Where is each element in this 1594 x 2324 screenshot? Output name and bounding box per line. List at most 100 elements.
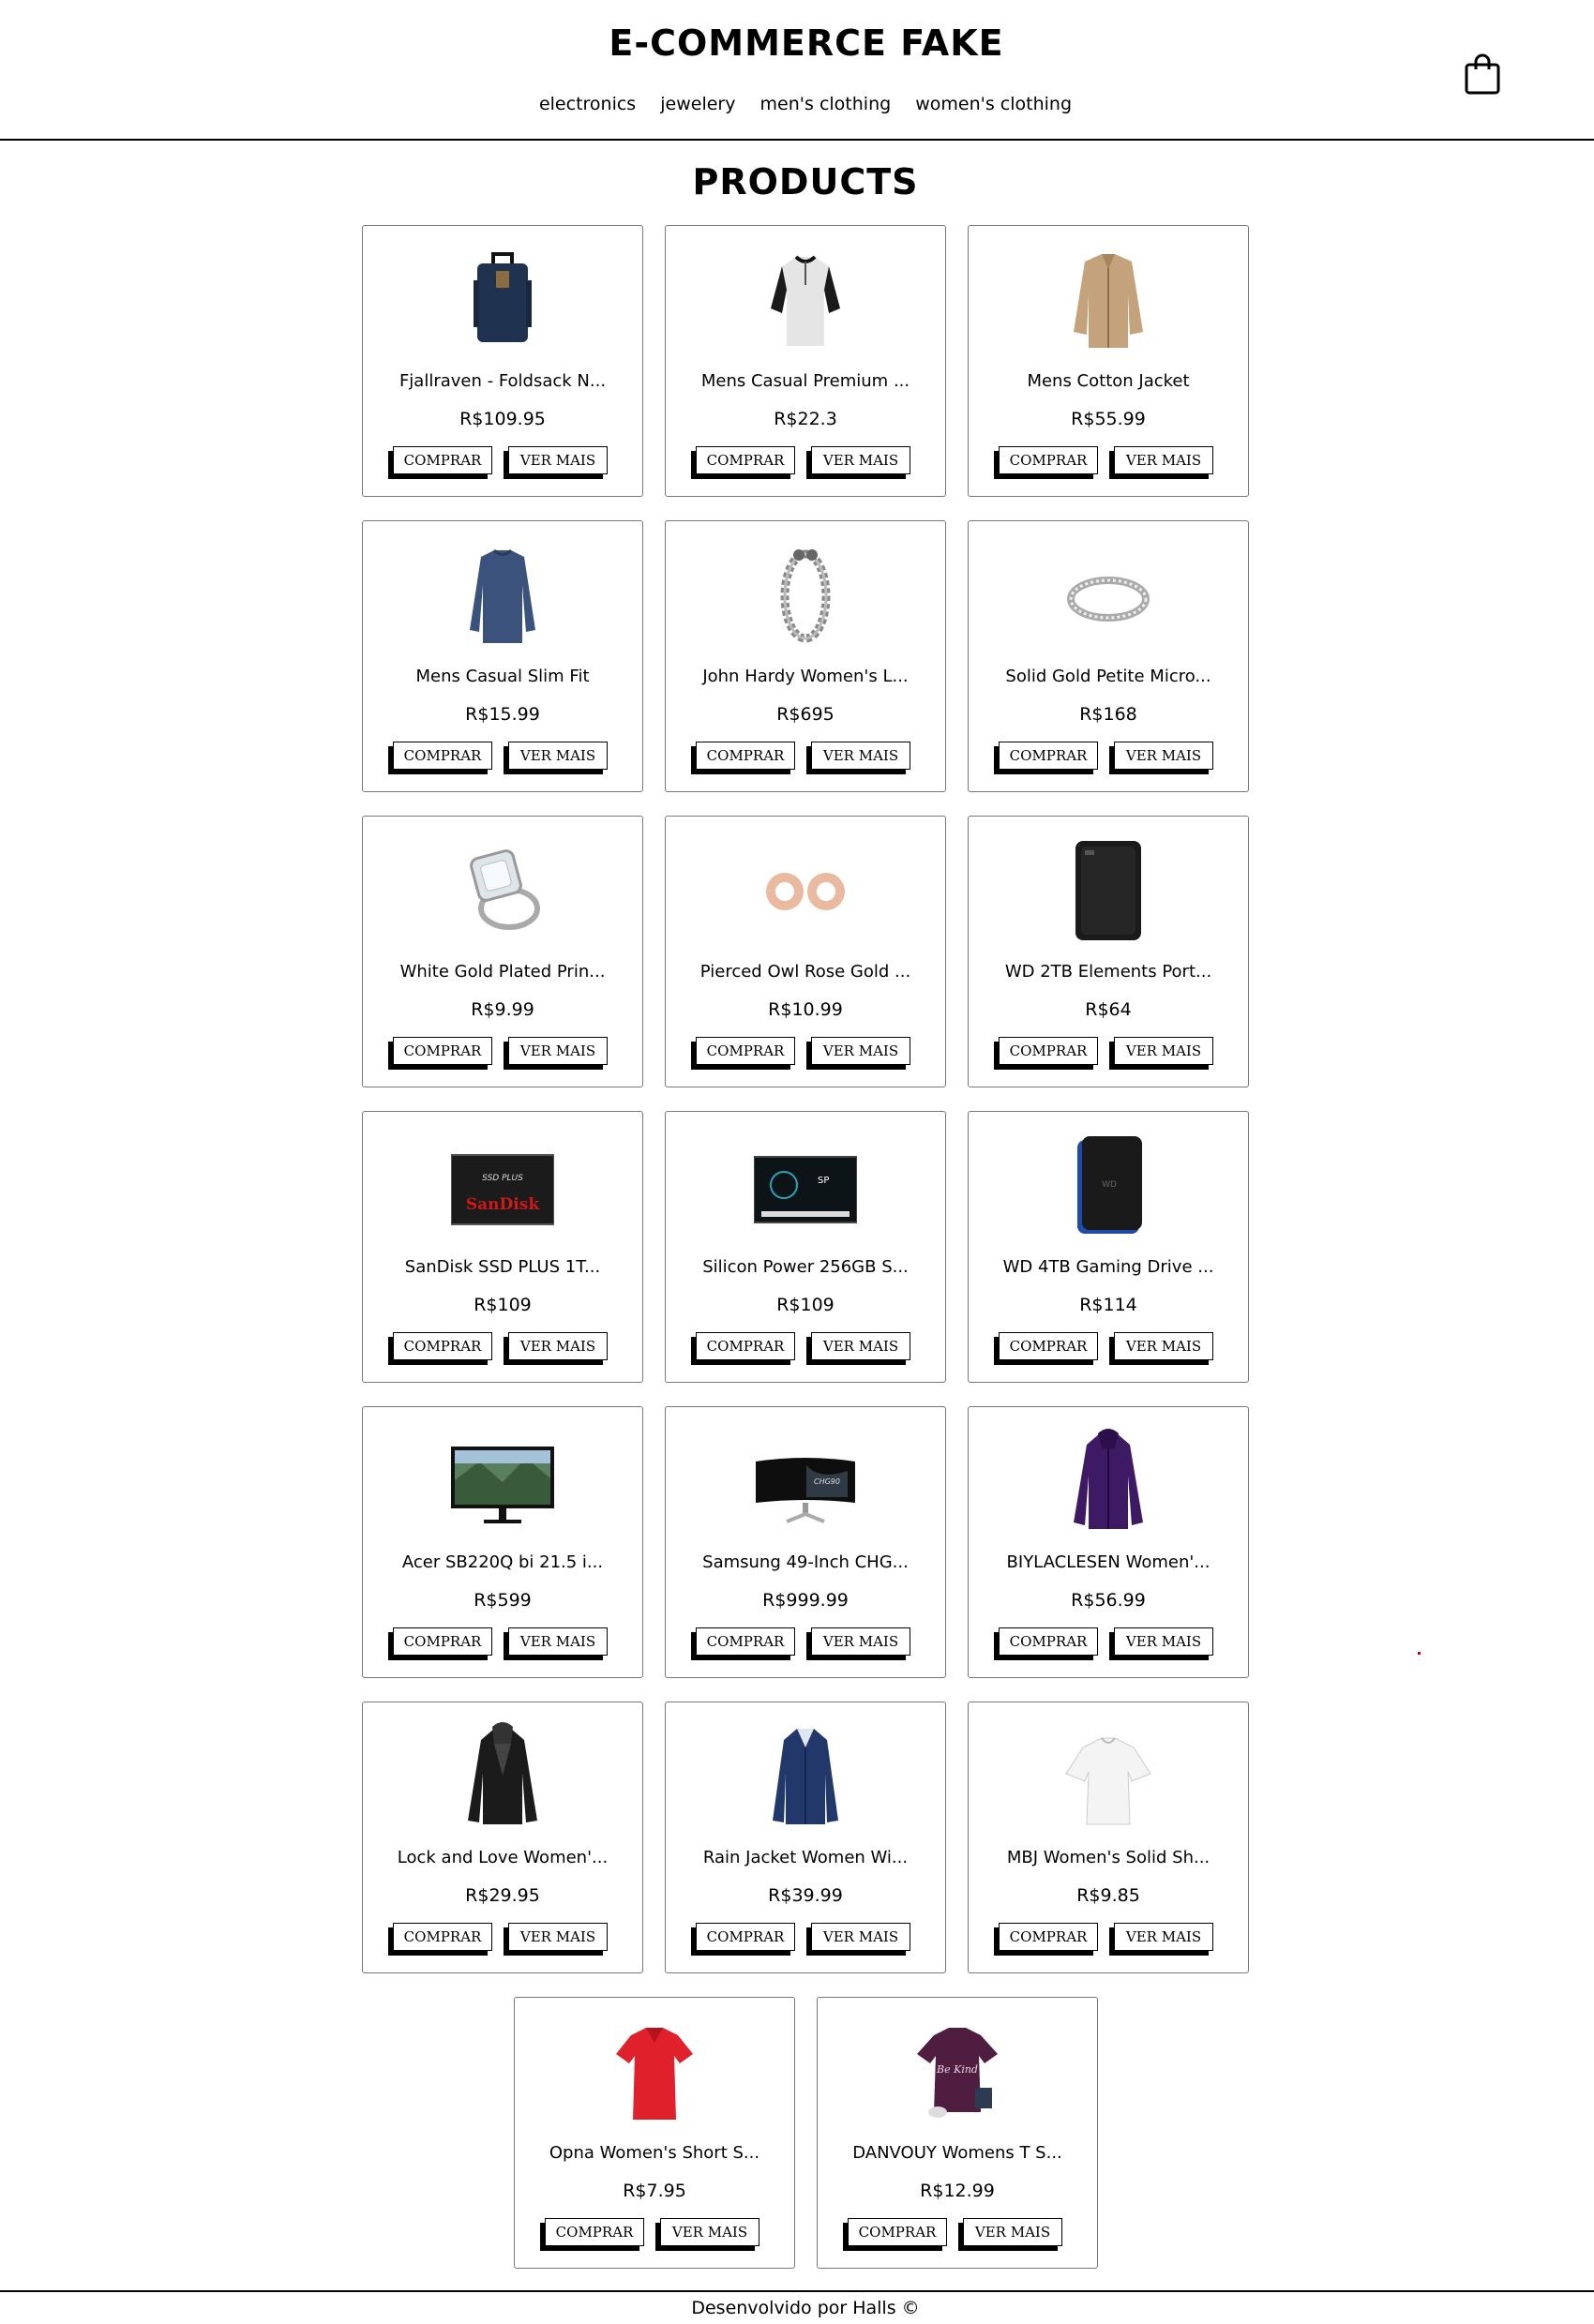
curved-monitor-icon[interactable]: CHG90: [754, 1424, 857, 1537]
buy-button[interactable]: COMPRAR: [696, 742, 795, 770]
product-name: WD 4TB Gaming Drive ...: [1002, 1257, 1214, 1277]
see-more-button[interactable]: VER MAIS: [811, 446, 910, 474]
product-name: WD 2TB Elements Port...: [1004, 962, 1212, 982]
footer: Desenvolvido por Halls ©: [0, 2290, 1594, 2324]
product-price: R$109: [776, 1295, 835, 1315]
shopping-bag-icon[interactable]: [1464, 53, 1501, 95]
nav-womens-clothing[interactable]: women's clothing: [915, 94, 1072, 114]
see-more-button[interactable]: VER MAIS: [508, 1627, 608, 1656]
see-more-button[interactable]: VER MAIS: [811, 742, 910, 770]
product-price: R$15.99: [465, 704, 540, 725]
buy-button[interactable]: COMPRAR: [393, 1923, 492, 1951]
buy-button[interactable]: COMPRAR: [696, 1037, 795, 1065]
rose-gold-plugs-icon[interactable]: [754, 833, 857, 946]
chain-bracelet-icon[interactable]: [754, 538, 857, 651]
product-card: White Gold Plated Prin... R$9.99 COMPRAR VE…: [362, 816, 643, 1087]
portable-drive-icon[interactable]: [1057, 833, 1160, 946]
product-name: Pierced Owl Rose Gold ...: [699, 962, 911, 982]
product-name: DANVOUY Womens T S...: [852, 2143, 1062, 2163]
rain-jacket-icon[interactable]: [754, 1719, 857, 1832]
nav-mens-clothing[interactable]: men's clothing: [760, 94, 892, 114]
product-name: Silicon Power 256GB S...: [702, 1257, 909, 1277]
product-card: CHG90 Samsung 49-Inch CHG... R$999.99 COMPR…: [665, 1406, 946, 1678]
product-name: Opna Women's Short S...: [549, 2143, 760, 2163]
footer-credit: Desenvolvido por Halls ©: [691, 2298, 920, 2318]
product-card: Rain Jacket Women Wi... R$39.99 COMPRAR VER…: [665, 1702, 946, 1973]
product-card: WD WD 4TB Gaming Drive ... R$114 COMPRAR VER…: [968, 1111, 1249, 1383]
see-more-button[interactable]: VER MAIS: [1114, 1332, 1213, 1360]
see-more-button[interactable]: VER MAIS: [660, 2218, 759, 2246]
product-price: R$22.3: [774, 409, 837, 429]
svg-text:SP: SP: [818, 1176, 829, 1186]
band-ring-icon[interactable]: [1057, 538, 1160, 651]
product-name: White Gold Plated Prin...: [399, 962, 606, 982]
product-price: R$64: [1085, 999, 1132, 1020]
see-more-button[interactable]: VER MAIS: [1114, 742, 1213, 770]
buy-button[interactable]: COMPRAR: [696, 1923, 795, 1951]
see-more-button[interactable]: VER MAIS: [963, 2218, 1062, 2246]
see-more-button[interactable]: VER MAIS: [811, 1627, 910, 1656]
purple-tshirt-icon[interactable]: Be Kind: [906, 2015, 1009, 2127]
see-more-button[interactable]: VER MAIS: [811, 1037, 910, 1065]
product-price: R$109.95: [459, 409, 546, 429]
ssd-dark-icon[interactable]: SP: [754, 1129, 857, 1241]
henley-shirt-icon[interactable]: [754, 243, 857, 355]
see-more-button[interactable]: VER MAIS: [1114, 446, 1213, 474]
buy-button[interactable]: COMPRAR: [393, 742, 492, 770]
see-more-button[interactable]: VER MAIS: [508, 742, 608, 770]
buy-button[interactable]: COMPRAR: [393, 1332, 492, 1360]
product-card: WD 2TB Elements Port... R$64 COMPRAR VER MA…: [968, 816, 1249, 1087]
buy-button[interactable]: COMPRAR: [696, 1627, 795, 1656]
monitor-icon[interactable]: [451, 1424, 554, 1537]
product-price: R$7.95: [623, 2181, 686, 2201]
product-name: Lock and Love Women'...: [397, 1848, 609, 1867]
page-title: PRODUCTS: [692, 161, 919, 202]
see-more-button[interactable]: VER MAIS: [811, 1332, 910, 1360]
site-title: E-COMMERCE FAKE: [609, 22, 1004, 64]
product-card: Acer SB220Q bi 21.5 i... R$599 COMPRAR VER …: [362, 1406, 643, 1678]
product-price: R$999.99: [762, 1590, 849, 1611]
see-more-button[interactable]: VER MAIS: [508, 1037, 608, 1065]
see-more-button[interactable]: VER MAIS: [1114, 1923, 1213, 1951]
buy-button[interactable]: COMPRAR: [393, 1627, 492, 1656]
ssd-icon[interactable]: SSD PLUS SanDisk: [451, 1129, 554, 1241]
buy-button[interactable]: COMPRAR: [848, 2218, 947, 2246]
buy-button[interactable]: COMPRAR: [999, 742, 1098, 770]
see-more-button[interactable]: VER MAIS: [1114, 1627, 1213, 1656]
buy-button[interactable]: COMPRAR: [393, 446, 492, 474]
see-more-button[interactable]: VER MAIS: [508, 446, 608, 474]
diamond-ring-icon[interactable]: [451, 833, 554, 946]
slim-fit-shirt-icon[interactable]: [451, 538, 554, 651]
product-name: Mens Casual Slim Fit: [415, 667, 590, 686]
buy-button[interactable]: COMPRAR: [393, 1037, 492, 1065]
gaming-drive-icon[interactable]: WD: [1057, 1129, 1160, 1241]
product-price: R$39.99: [768, 1885, 843, 1906]
see-more-button[interactable]: VER MAIS: [811, 1923, 910, 1951]
product-card: Be Kind DANVOUY Womens T S... R$12.99 COMPR…: [817, 1997, 1098, 2269]
buy-button[interactable]: COMPRAR: [999, 446, 1098, 474]
product-price: R$9.99: [471, 999, 534, 1020]
nav-jewelery[interactable]: jewelery: [660, 94, 735, 114]
product-card: Opna Women's Short S... R$7.95 COMPRAR VER …: [514, 1997, 795, 2269]
purple-jacket-icon[interactable]: [1057, 1424, 1160, 1537]
buy-button[interactable]: COMPRAR: [999, 1923, 1098, 1951]
buy-button[interactable]: COMPRAR: [999, 1332, 1098, 1360]
product-price: R$168: [1079, 704, 1137, 725]
product-name: MBJ Women's Solid Sh...: [1006, 1848, 1211, 1867]
see-more-button[interactable]: VER MAIS: [508, 1332, 608, 1360]
red-tshirt-icon[interactable]: [603, 2015, 706, 2127]
see-more-button[interactable]: VER MAIS: [1114, 1037, 1213, 1065]
leather-jacket-icon[interactable]: [451, 1719, 554, 1832]
product-card: Mens Casual Premium ... R$22.3 COMPRAR VER …: [665, 225, 946, 497]
product-grid: Fjallraven - Foldsack N... R$109.95 COMPRA…: [0, 225, 1594, 2269]
see-more-button[interactable]: VER MAIS: [508, 1923, 608, 1951]
buy-button[interactable]: COMPRAR: [545, 2218, 644, 2246]
buy-button[interactable]: COMPRAR: [696, 1332, 795, 1360]
buy-button[interactable]: COMPRAR: [999, 1627, 1098, 1656]
buy-button[interactable]: COMPRAR: [696, 446, 795, 474]
nav-electronics[interactable]: electronics: [539, 94, 636, 114]
white-top-icon[interactable]: [1057, 1719, 1160, 1832]
buy-button[interactable]: COMPRAR: [999, 1037, 1098, 1065]
backpack-icon[interactable]: [451, 243, 554, 355]
cotton-jacket-icon[interactable]: [1057, 243, 1160, 355]
